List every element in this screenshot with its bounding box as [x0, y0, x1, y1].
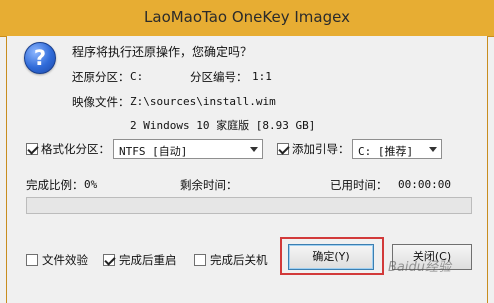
window-title: LaoMaoTao OneKey Imagex: [144, 8, 350, 26]
add-boot-label: 添加引导：: [292, 142, 350, 156]
filesystem-select[interactable]: NTFS [自动]: [113, 139, 263, 159]
filesystem-select-value: NTFS [自动]: [119, 145, 188, 158]
complete-ratio-value: 0%: [84, 178, 98, 191]
partition-number-value: 1:1: [252, 70, 272, 83]
chevron-down-icon[interactable]: [425, 140, 441, 158]
ok-button[interactable]: 确定(Y): [288, 244, 374, 270]
title-bar: LaoMaoTao OneKey Imagex: [0, 0, 494, 37]
format-partition-label: 格式化分区：: [41, 142, 110, 156]
file-verify-label: 文件效验: [42, 253, 88, 267]
confirm-question: 程序将执行还原操作，您确定吗？: [72, 45, 253, 59]
reboot-after-label: 完成后重启: [119, 253, 177, 267]
shutdown-after-checkbox[interactable]: [194, 254, 206, 266]
image-index-line: 2 Windows 10 家庭版 [8.93 GB]: [130, 119, 316, 132]
partition-number-label: 分区编号：: [190, 70, 248, 84]
elapsed-time-value: 00:00:00: [398, 178, 451, 191]
elapsed-time-label: 已用时间：: [330, 178, 388, 192]
question-icon: ?: [24, 42, 56, 74]
image-file-path: Z:\sources\install.wim: [130, 95, 276, 108]
add-boot-checkbox[interactable]: [277, 143, 289, 155]
chevron-down-icon[interactable]: [246, 140, 262, 158]
remaining-time-label: 剩余时间：: [180, 178, 238, 192]
shutdown-after-label: 完成后关机: [210, 253, 268, 267]
boot-partition-select-value: C: [推荐]: [358, 145, 414, 158]
format-partition-checkbox[interactable]: [26, 143, 38, 155]
watermark-text: Baidu经验: [388, 260, 451, 275]
file-verify-checkbox[interactable]: [26, 254, 38, 266]
restore-progress-bar: [26, 197, 472, 214]
image-file-label: 映像文件：: [72, 95, 130, 109]
reboot-after-checkbox[interactable]: [103, 254, 115, 266]
restore-partition-value: C:: [130, 70, 144, 83]
complete-ratio-label: 完成比例：: [26, 178, 84, 192]
boot-partition-select[interactable]: C: [推荐]: [352, 139, 442, 159]
restore-partition-label: 还原分区：: [72, 70, 130, 84]
